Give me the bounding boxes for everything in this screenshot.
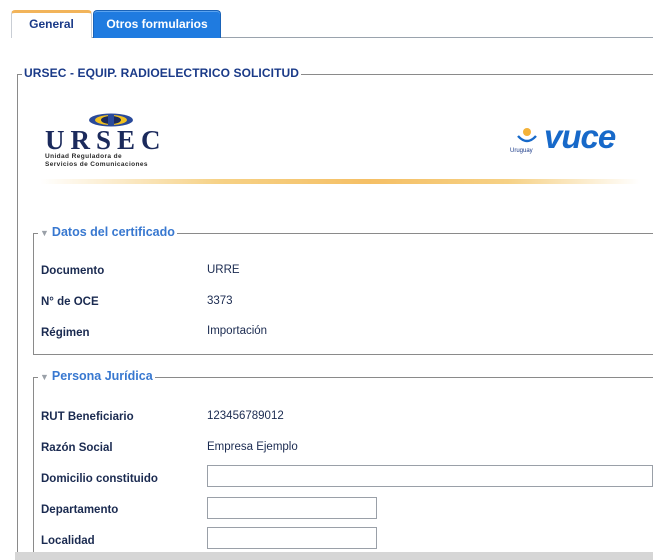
domicilio-label: Domicilio constituido — [41, 473, 158, 485]
horizontal-scrollbar[interactable] — [15, 552, 653, 560]
vuce-wordmark: vuce — [544, 118, 616, 155]
certificado-section — [33, 233, 653, 355]
tab-otros-formularios[interactable]: Otros formularios — [93, 10, 221, 38]
tab-bar: General Otros formularios — [0, 0, 653, 38]
rut-value: 123456789012 — [207, 410, 284, 422]
vuce-country-label: Uruguay — [510, 148, 533, 154]
documento-label: Documento — [41, 265, 105, 277]
collapse-triangle-icon: ▼ — [40, 228, 49, 238]
regimen-label: Régimen — [41, 327, 90, 339]
certificado-legend[interactable]: ▼ Datos del certificado — [38, 225, 177, 239]
departamento-input[interactable] — [207, 497, 377, 519]
razon-social-label: Razón Social — [41, 442, 113, 454]
vuce-logo: Uruguay vuce — [510, 118, 640, 160]
form-title: URSEC - EQUIP. RADIOELECTRICO SOLICITUD — [22, 66, 302, 80]
tab-general[interactable]: General — [11, 10, 92, 38]
header-divider — [40, 179, 640, 184]
ursec-logo: URSEC Unidad Reguladora de Servicios de … — [45, 111, 175, 173]
uruguay-sun-icon — [517, 128, 537, 143]
localidad-label: Localidad — [41, 535, 95, 547]
oce-label: N° de OCE — [41, 296, 99, 308]
localidad-input[interactable] — [207, 527, 377, 549]
documento-value: URRE — [207, 264, 240, 276]
ursec-wordmark: URSEC — [45, 125, 167, 155]
persona-legend[interactable]: ▼ Persona Jurídica — [38, 369, 155, 383]
domicilio-input[interactable] — [207, 465, 653, 487]
regimen-value: Importación — [207, 325, 268, 337]
oce-value: 3373 — [207, 295, 233, 307]
collapse-triangle-icon: ▼ — [40, 372, 49, 382]
ursec-subtitle: Unidad Reguladora de Servicios de Comuni… — [45, 153, 148, 168]
departamento-label: Departamento — [41, 504, 119, 516]
razon-social-value: Empresa Ejemplo — [207, 441, 298, 453]
rut-label: RUT Beneficiario — [41, 411, 134, 423]
